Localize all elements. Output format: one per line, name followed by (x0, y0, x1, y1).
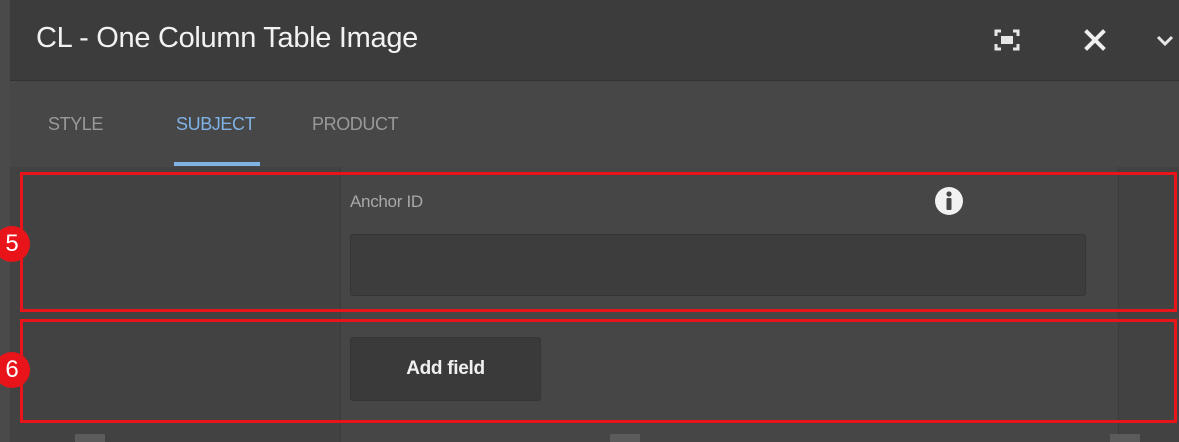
footer-edge (0, 434, 1179, 442)
anchor-id-input[interactable] (350, 234, 1086, 296)
tab-bar: STYLE SUBJECT PRODUCT (10, 81, 1179, 167)
dialog-title: CL - One Column Table Image (36, 22, 418, 54)
active-tab-indicator (174, 162, 260, 166)
dialog-titlebar: CL - One Column Table Image (10, 0, 1179, 81)
footer-tick (1110, 434, 1140, 442)
tab-subject[interactable]: SUBJECT (176, 114, 256, 135)
collapse-button[interactable] (1150, 22, 1179, 58)
dialog-content (10, 167, 1179, 442)
anchor-id-label: Anchor ID (350, 192, 423, 211)
add-field-button[interactable]: Add field (350, 337, 541, 401)
footer-tick (610, 434, 640, 442)
close-button[interactable] (1078, 22, 1112, 58)
fullscreen-icon (994, 29, 1020, 51)
footer-tick (75, 434, 105, 442)
dialog: CL - One Column Table Image STYLE SUBJEC… (10, 0, 1179, 442)
close-icon (1084, 29, 1106, 51)
info-icon[interactable] (934, 186, 964, 216)
chevron-down-icon (1156, 35, 1174, 47)
fullscreen-button[interactable] (990, 22, 1024, 58)
tab-product[interactable]: PRODUCT (312, 114, 399, 135)
tab-style[interactable]: STYLE (48, 114, 103, 135)
